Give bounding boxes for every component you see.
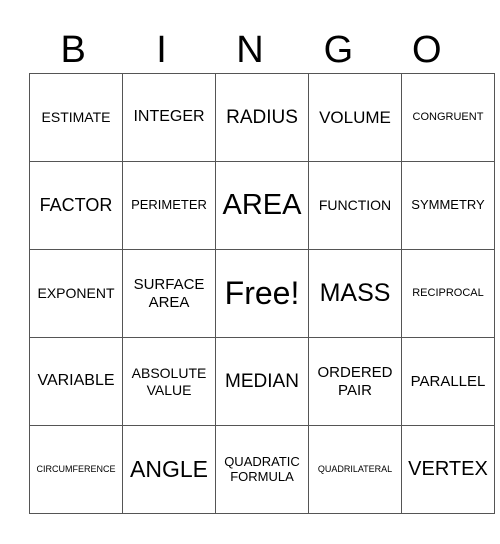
header-letter-i: I <box>156 29 167 71</box>
bingo-cell: FACTOR <box>29 161 123 250</box>
bingo-cell: ANGLE <box>122 425 216 514</box>
header-letter-n: N <box>236 29 264 71</box>
bingo-cell: CIRCUMFERENCE <box>29 425 123 514</box>
grid-row: FACTOR PERIMETER AREA FUNCTION SYMMETRY <box>29 161 495 250</box>
bingo-cell: VOLUME <box>308 73 402 162</box>
grid-row: CIRCUMFERENCE ANGLE QUADRATIC FORMULA QU… <box>29 425 495 514</box>
bingo-cell: RECIPROCAL <box>401 249 495 338</box>
header-letter-g: G <box>323 29 354 71</box>
bingo-cell: MASS <box>308 249 402 338</box>
bingo-cell: VERTEX <box>401 425 495 514</box>
header-letter-o: O <box>411 29 442 71</box>
bingo-cell: PERIMETER <box>122 161 216 250</box>
bingo-cell: SURFACE AREA <box>122 249 216 338</box>
bingo-cell: SYMMETRY <box>401 161 495 250</box>
bingo-cell: ABSOLUTE VALUE <box>122 337 216 426</box>
bingo-cell: VARIABLE <box>29 337 123 426</box>
bingo-cell: MEDIAN <box>215 337 309 426</box>
bingo-cell: EXPONENT <box>29 249 123 338</box>
bingo-cell: ORDERED PAIR <box>308 337 402 426</box>
bingo-cell: AREA <box>215 161 309 250</box>
bingo-cell: ESTIMATE <box>29 73 123 162</box>
bingo-header: B I N G O <box>29 28 471 72</box>
bingo-cell: PARALLEL <box>401 337 495 426</box>
bingo-grid: ESTIMATE INTEGER RADIUS VOLUME CONGRUENT… <box>29 73 495 514</box>
header-letter-b: B <box>60 29 86 71</box>
bingo-cell: INTEGER <box>122 73 216 162</box>
grid-row: ESTIMATE INTEGER RADIUS VOLUME CONGRUENT <box>29 73 495 162</box>
bingo-cell: QUADRATIC FORMULA <box>215 425 309 514</box>
grid-row: EXPONENT SURFACE AREA Free! MASS RECIPRO… <box>29 249 495 338</box>
bingo-cell: FUNCTION <box>308 161 402 250</box>
bingo-cell: RADIUS <box>215 73 309 162</box>
grid-row: VARIABLE ABSOLUTE VALUE MEDIAN ORDERED P… <box>29 337 495 426</box>
bingo-cell: CONGRUENT <box>401 73 495 162</box>
bingo-cell: QUADRILATERAL <box>308 425 402 514</box>
free-space-cell: Free! <box>215 249 309 338</box>
